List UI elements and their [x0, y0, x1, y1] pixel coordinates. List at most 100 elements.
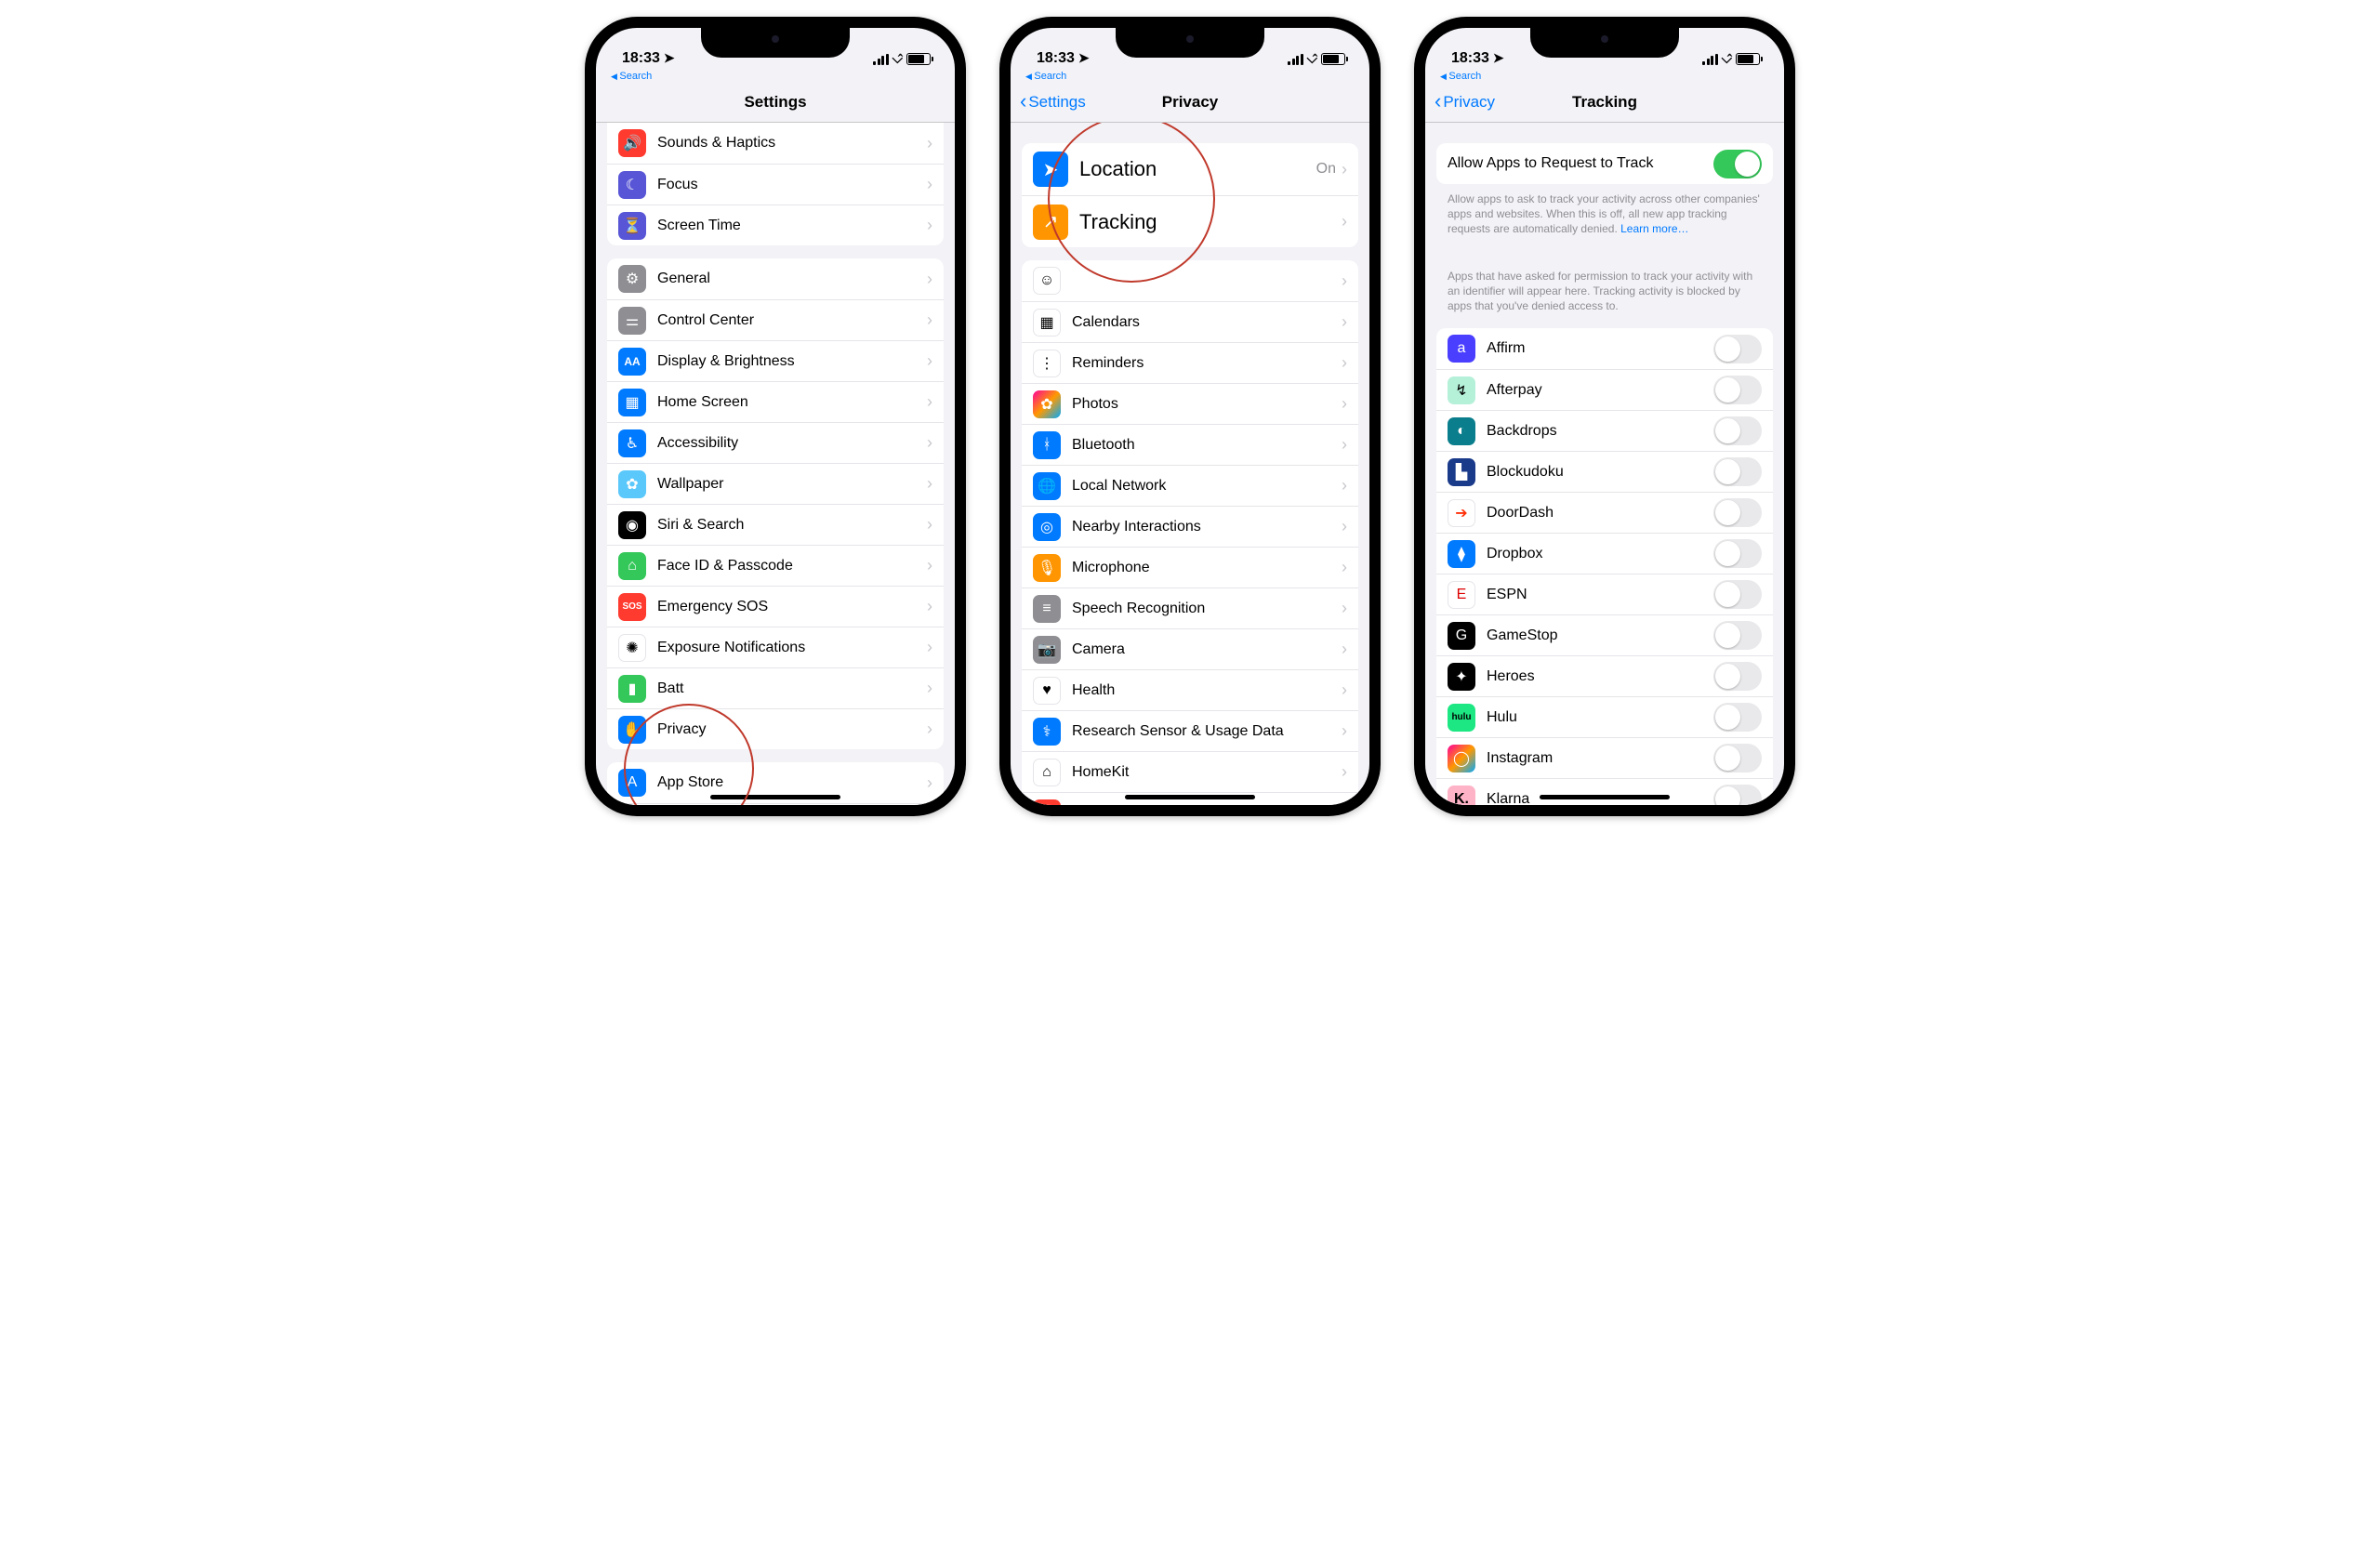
location-icon: ➤ [1033, 152, 1068, 187]
settings-row[interactable]: AADisplay & Brightness› [607, 340, 944, 381]
chevron-right-icon: › [927, 679, 932, 698]
row-toggle[interactable] [1713, 416, 1762, 445]
notch [1116, 28, 1264, 58]
chevron-right-icon: › [1342, 680, 1347, 700]
chevron-right-icon: › [927, 720, 932, 739]
row-label: Microphone [1072, 560, 1342, 576]
grid-icon: ▦ [618, 389, 646, 416]
back-breadcrumb[interactable]: Search [596, 69, 955, 82]
settings-row[interactable]: ▤Wallet & Apple Pay› [607, 803, 944, 805]
settings-row[interactable]: ▦Calendars› [1022, 301, 1358, 342]
settings-row[interactable]: ⌂HomeKit› [1022, 751, 1358, 792]
row-label: Local Network [1072, 478, 1342, 495]
settings-row[interactable]: 🌐Local Network› [1022, 465, 1358, 506]
settings-row[interactable]: EESPN [1436, 574, 1773, 614]
tracking-icon: ↗ [1033, 205, 1068, 240]
row-toggle[interactable] [1713, 662, 1762, 691]
settings-row[interactable]: ✦Heroes [1436, 655, 1773, 696]
row-toggle[interactable] [1713, 744, 1762, 772]
row-toggle[interactable] [1713, 785, 1762, 805]
settings-row[interactable]: 🔊Sounds & Haptics› [607, 123, 944, 164]
back-button[interactable]: ‹ Privacy [1435, 92, 1495, 112]
settings-row[interactable]: ☾Focus› [607, 164, 944, 205]
row-toggle[interactable] [1713, 580, 1762, 609]
mic-icon: 🎙 [1033, 554, 1061, 582]
settings-row[interactable]: SOSEmergency SOS› [607, 586, 944, 627]
back-label: Settings [1028, 93, 1085, 112]
chevron-right-icon: › [1342, 599, 1347, 618]
chevron-right-icon: › [927, 310, 932, 330]
row-label: Siri & Search [657, 517, 927, 534]
settings-row[interactable]: aAffirm [1436, 328, 1773, 369]
row-label: Afterpay [1487, 382, 1713, 399]
settings-row[interactable]: ↯Afterpay [1436, 369, 1773, 410]
settings-row[interactable]: ◯ Instagram [1436, 737, 1773, 778]
settings-row[interactable]: ▦Home Screen› [607, 381, 944, 422]
settings-row[interactable]: ☺︎› [1022, 260, 1358, 301]
row-toggle[interactable] [1713, 498, 1762, 527]
location-arrow-icon: ➤ [1078, 50, 1090, 66]
settings-row[interactable]: ◐Backdrops [1436, 410, 1773, 451]
settings-row[interactable]: ✿Wallpaper› [607, 463, 944, 504]
row-toggle[interactable] [1713, 457, 1762, 486]
app-icon: ◯ [1448, 745, 1475, 772]
hourglass-icon: ⏳ [618, 212, 646, 240]
phone-frame-tracking: 18:33 ➤ ⌵̂ Search ‹ Privacy Tracking All… [1414, 17, 1795, 816]
settings-row[interactable]: ➔DoorDash [1436, 492, 1773, 533]
row-toggle[interactable] [1713, 376, 1762, 404]
settings-group-1: 🔊Sounds & Haptics›☾Focus›⏳Screen Time› [607, 123, 944, 245]
learn-more-link[interactable]: Learn more… [1620, 222, 1688, 235]
settings-row[interactable]: ᚼBluetooth› [1022, 424, 1358, 465]
camera-icon: 📷 [1033, 636, 1061, 664]
row-label: Calendars [1072, 314, 1342, 331]
settings-row[interactable]: ✺Exposure Notifications› [607, 627, 944, 667]
row-toggle[interactable] [1713, 335, 1762, 363]
settings-row[interactable]: ⋮Reminders› [1022, 342, 1358, 383]
row-label: Location [1079, 157, 1316, 181]
home-indicator [1125, 795, 1255, 799]
settings-row[interactable]: ⚙︎General› [607, 258, 944, 299]
chevron-right-icon: › [927, 597, 932, 616]
settings-row[interactable]: ♥Health› [1022, 669, 1358, 710]
settings-row[interactable]: ♿︎Accessibility› [607, 422, 944, 463]
chevron-left-icon: ‹ [1435, 91, 1441, 112]
back-breadcrumb[interactable]: Search [1011, 69, 1369, 82]
settings-row[interactable]: ≡Speech Recognition› [1022, 588, 1358, 628]
row-label: Emergency SOS [657, 599, 927, 615]
settings-row[interactable]: 📷Camera› [1022, 628, 1358, 669]
back-button[interactable]: ‹ Settings [1020, 92, 1086, 112]
phone-frame-settings: 18:33 ➤ ⌵̂ Search Settings 🔊Sounds & Hap… [585, 17, 966, 816]
settings-row[interactable]: K.Klarna [1436, 778, 1773, 805]
settings-row[interactable]: ✋Privacy› [607, 708, 944, 749]
chevron-right-icon: › [927, 216, 932, 235]
app-icon: ➔ [1448, 499, 1475, 527]
row-label: Instagram [1487, 750, 1713, 767]
settings-row[interactable]: ➤LocationOn› [1022, 143, 1358, 195]
settings-row[interactable]: huluHulu [1436, 696, 1773, 737]
settings-row[interactable]: ◎Nearby Interactions› [1022, 506, 1358, 547]
settings-row[interactable]: ↗Tracking› [1022, 195, 1358, 247]
row-label: Dropbox [1487, 546, 1713, 562]
row-label: Batt [657, 680, 927, 697]
settings-row[interactable]: ◉Siri & Search› [607, 504, 944, 545]
settings-row[interactable]: ▙Blockudoku [1436, 451, 1773, 492]
back-breadcrumb[interactable]: Search [1425, 69, 1784, 82]
settings-row[interactable]: ⧫Dropbox [1436, 533, 1773, 574]
settings-row[interactable]: ⌂Face ID & Passcode› [607, 545, 944, 586]
settings-group-2: ⚙︎General›⚌Control Center›AADisplay & Br… [607, 258, 944, 749]
settings-row[interactable]: GGameStop [1436, 614, 1773, 655]
cellular-icon [1288, 54, 1303, 65]
phone-frame-privacy: 18:33 ➤ ⌵̂ Search ‹ Settings Privacy ➤Lo… [999, 17, 1381, 816]
photos-icon: ✿ [1033, 390, 1061, 418]
settings-row[interactable]: 🎙Microphone› [1022, 547, 1358, 588]
row-toggle[interactable] [1713, 703, 1762, 732]
settings-row[interactable]: ⏳Screen Time› [607, 205, 944, 245]
row-toggle[interactable] [1713, 539, 1762, 568]
row-label: Tracking [1079, 210, 1342, 234]
settings-row[interactable]: ▮Batt› [607, 667, 944, 708]
settings-row[interactable]: ✿Photos› [1022, 383, 1358, 424]
settings-row[interactable]: ⚕Research Sensor & Usage Data› [1022, 710, 1358, 751]
row-toggle[interactable] [1713, 621, 1762, 650]
allow-tracking-toggle[interactable] [1713, 150, 1762, 178]
settings-row[interactable]: ⚌Control Center› [607, 299, 944, 340]
